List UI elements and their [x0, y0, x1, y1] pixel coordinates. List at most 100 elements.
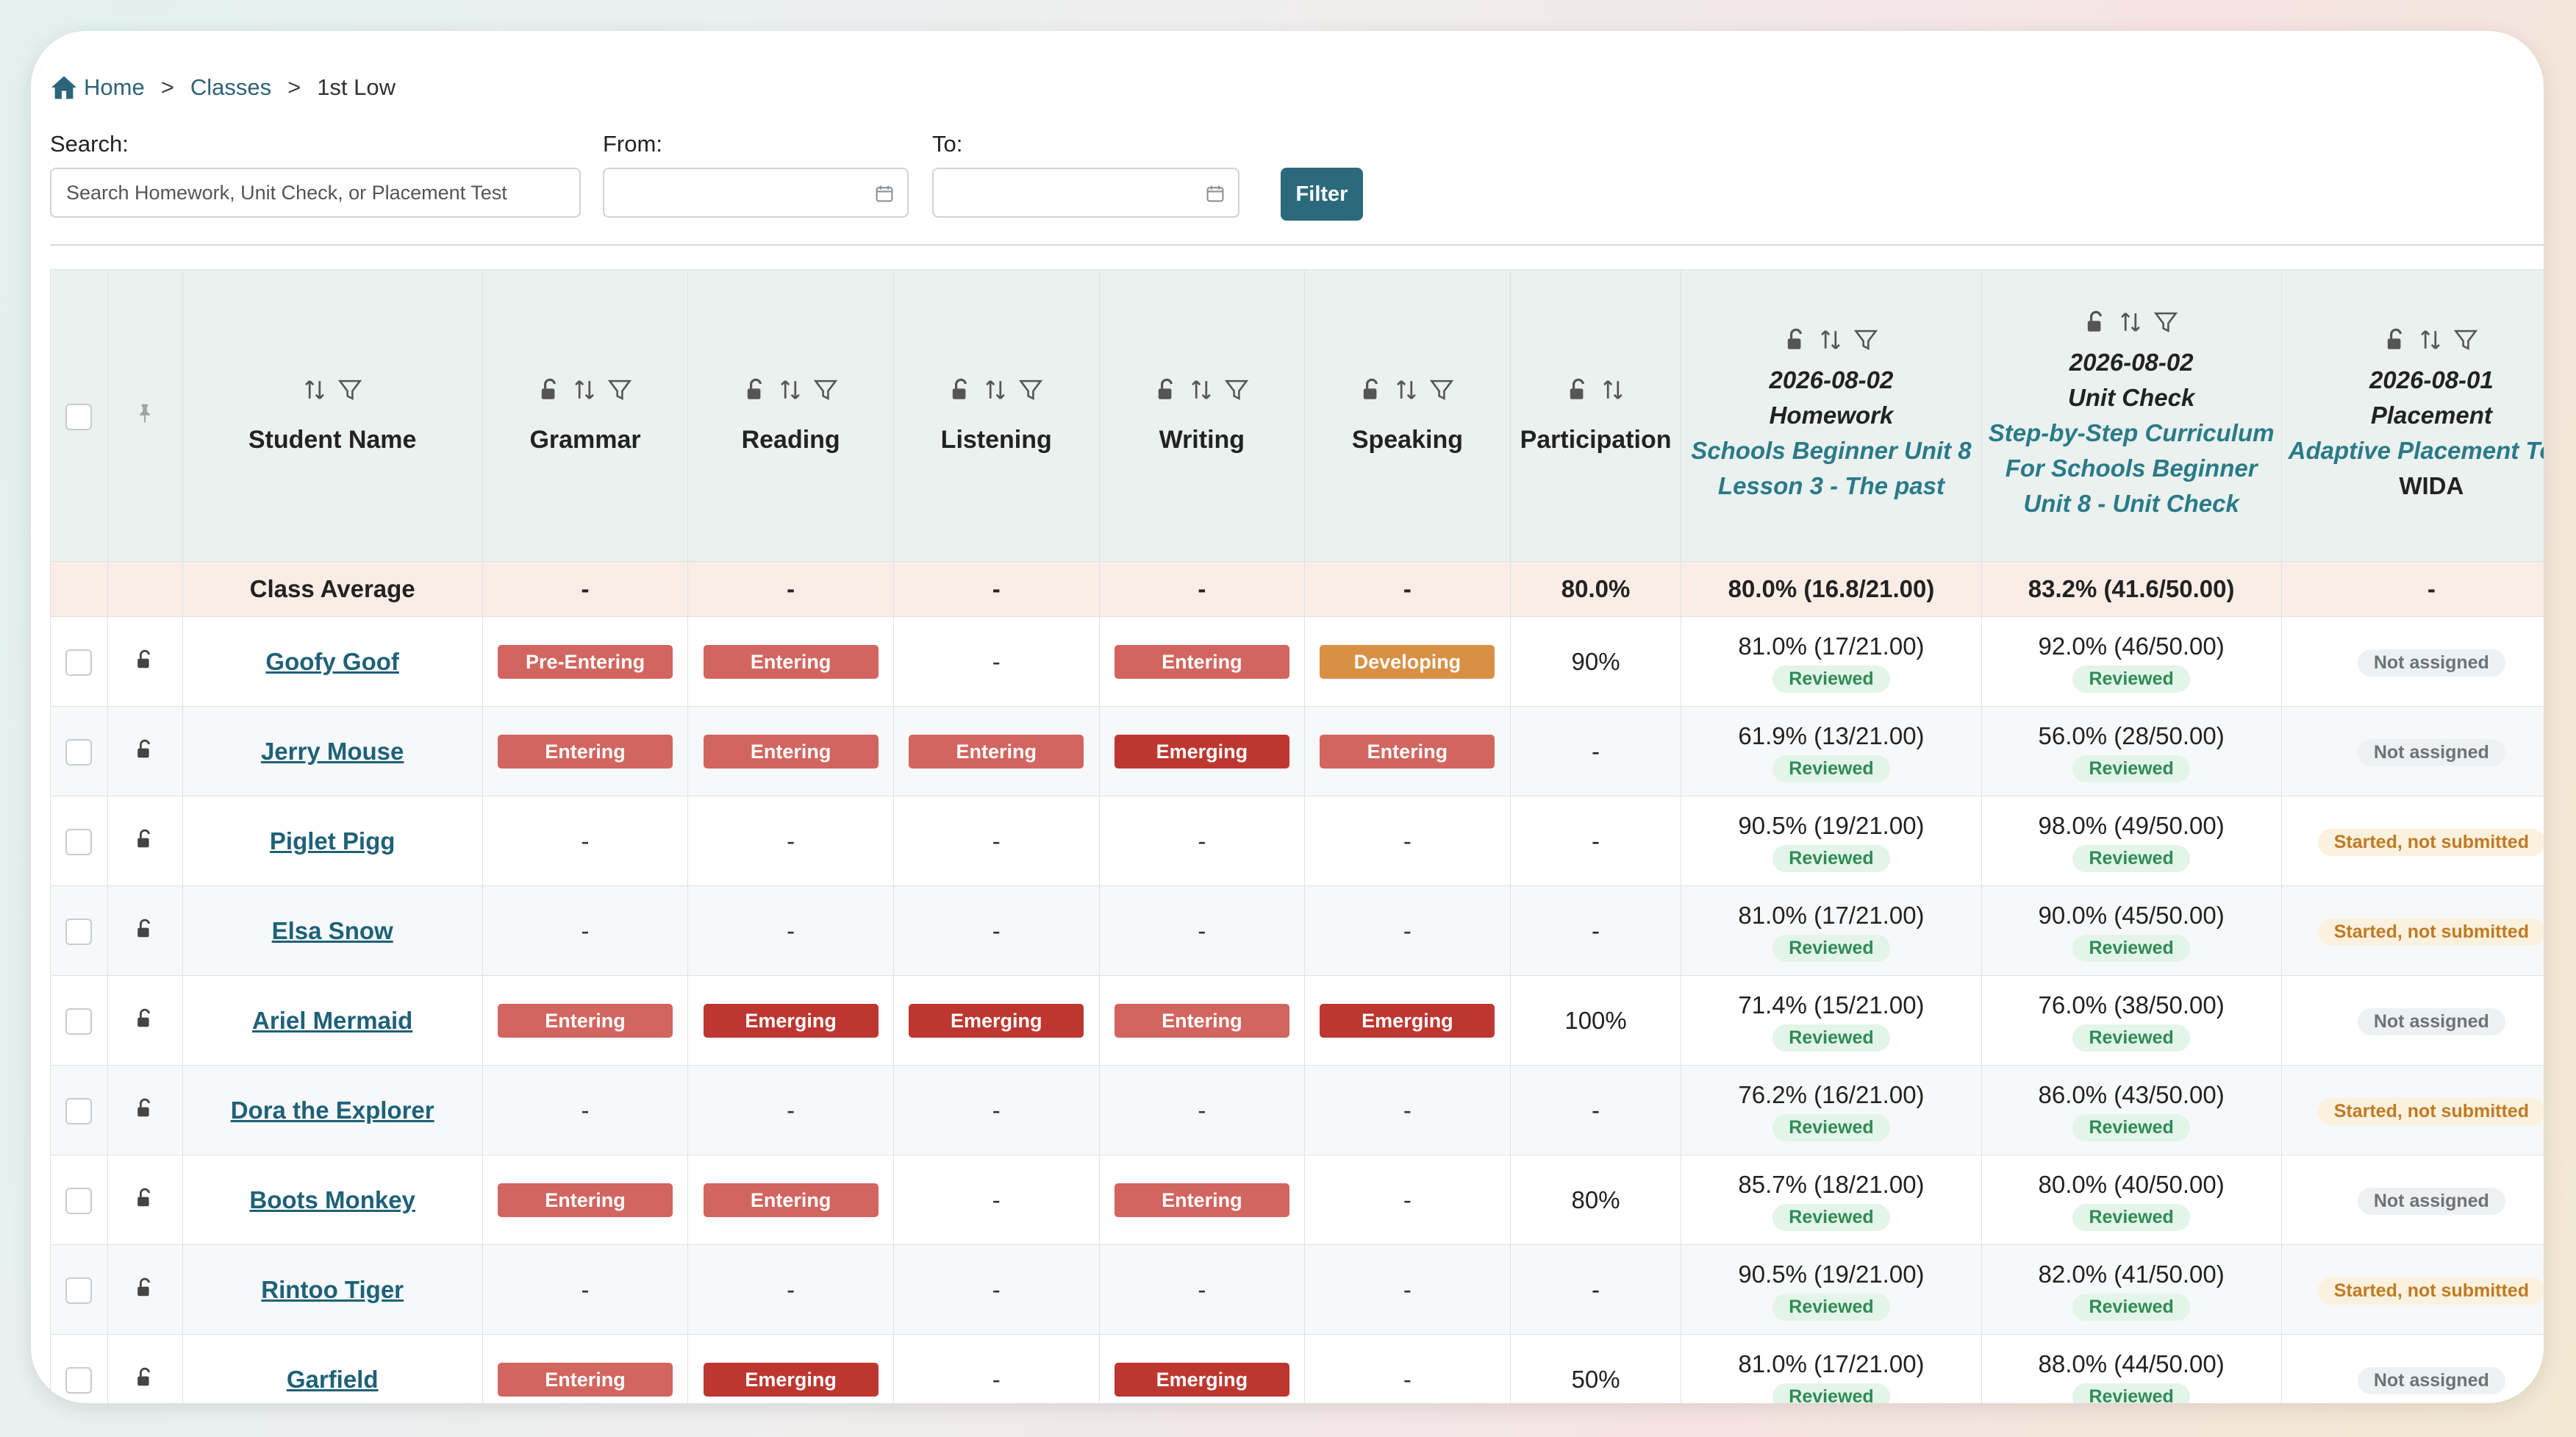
- lock-open-icon[interactable]: [135, 1366, 155, 1393]
- row-checkbox[interactable]: [65, 649, 93, 677]
- writing-level-badge[interactable]: Entering: [1114, 1183, 1289, 1217]
- row-checkbox[interactable]: [65, 1367, 93, 1394]
- homework-score[interactable]: 81.0% (17/21.00): [1681, 899, 1981, 932]
- select-all-checkbox[interactable]: [65, 403, 93, 430]
- filter-icon[interactable]: [607, 377, 632, 402]
- breadcrumb-classes-link[interactable]: Classes: [190, 74, 271, 101]
- homework-score[interactable]: 81.0% (17/21.00): [1681, 630, 1981, 663]
- sort-icon[interactable]: [778, 377, 803, 402]
- lock-open-icon[interactable]: [1155, 378, 1178, 402]
- lock-open-icon[interactable]: [2084, 310, 2108, 334]
- unit-check-score[interactable]: 82.0% (41/50.00): [1982, 1258, 2281, 1291]
- reading-level-badge[interactable]: Emerging: [703, 1362, 879, 1397]
- participation-value[interactable]: -: [1592, 1276, 1600, 1303]
- unit-check-score[interactable]: 88.0% (44/50.00): [1982, 1348, 2281, 1380]
- reading-level-badge[interactable]: Emerging: [703, 1003, 879, 1038]
- unit-check-score[interactable]: 56.0% (28/50.00): [1982, 720, 2281, 752]
- homework-score[interactable]: 81.0% (17/21.00): [1681, 1348, 1981, 1380]
- lock-open-icon[interactable]: [135, 1007, 155, 1034]
- participation-value[interactable]: -: [1592, 738, 1600, 765]
- filter-icon[interactable]: [337, 377, 362, 402]
- sort-icon[interactable]: [983, 377, 1008, 402]
- reading-level-badge[interactable]: Entering: [703, 644, 879, 679]
- unit-check-score[interactable]: 80.0% (40/50.00): [1982, 1169, 2281, 1201]
- unit-check-score[interactable]: 92.0% (46/50.00): [1982, 630, 2281, 663]
- participation-value[interactable]: 50%: [1572, 1366, 1620, 1393]
- grammar-level-badge[interactable]: Pre-Entering: [498, 644, 673, 679]
- sort-icon[interactable]: [1189, 377, 1214, 402]
- to-date-input[interactable]: [932, 168, 1239, 218]
- unit-check-name[interactable]: Step-by-Step Curriculum For Schools Begi…: [1982, 416, 2281, 521]
- row-checkbox[interactable]: [65, 739, 93, 766]
- participation-value[interactable]: -: [1592, 827, 1600, 855]
- sort-icon[interactable]: [2118, 310, 2143, 335]
- student-name-link[interactable]: Garfield: [287, 1366, 379, 1393]
- listening-level-badge[interactable]: Emerging: [909, 1003, 1084, 1038]
- lock-open-icon[interactable]: [135, 1276, 155, 1303]
- homework-score[interactable]: 90.5% (19/21.00): [1681, 1258, 1981, 1291]
- reading-level-badge[interactable]: Entering: [703, 734, 879, 769]
- unit-check-score[interactable]: 86.0% (43/50.00): [1982, 1079, 2281, 1111]
- homework-score[interactable]: 90.5% (19/21.00): [1681, 810, 1981, 842]
- homework-name[interactable]: Schools Beginner Unit 8 Lesson 3 - The p…: [1681, 433, 1981, 504]
- student-name-link[interactable]: Ariel Mermaid: [252, 1007, 412, 1034]
- participation-value[interactable]: 100%: [1564, 1007, 1626, 1034]
- grammar-level-badge[interactable]: Entering: [498, 734, 673, 769]
- participation-value[interactable]: 80%: [1572, 1186, 1620, 1213]
- writing-level-badge[interactable]: Entering: [1114, 644, 1289, 679]
- filter-icon[interactable]: [1224, 377, 1249, 402]
- filter-icon[interactable]: [2453, 327, 2478, 352]
- filter-icon[interactable]: [1853, 327, 1878, 352]
- filter-button[interactable]: Filter: [1281, 168, 1363, 221]
- grammar-level-badge[interactable]: Entering: [498, 1003, 673, 1038]
- row-checkbox[interactable]: [65, 919, 93, 946]
- homework-score[interactable]: 85.7% (18/21.00): [1681, 1169, 1981, 1201]
- speaking-level-badge[interactable]: Developing: [1320, 644, 1495, 679]
- student-name-link[interactable]: Rintoo Tiger: [261, 1276, 404, 1303]
- student-name-link[interactable]: Boots Monkey: [249, 1186, 415, 1213]
- filter-icon[interactable]: [1429, 377, 1454, 402]
- lock-open-icon[interactable]: [1360, 378, 1384, 402]
- sort-icon[interactable]: [1600, 377, 1625, 402]
- filter-icon[interactable]: [813, 377, 838, 402]
- sort-icon[interactable]: [302, 377, 327, 402]
- pin-icon[interactable]: [137, 403, 153, 424]
- row-checkbox[interactable]: [65, 829, 93, 856]
- grammar-level-badge[interactable]: Entering: [498, 1362, 673, 1397]
- lock-open-icon[interactable]: [135, 648, 155, 675]
- row-checkbox[interactable]: [65, 1277, 93, 1305]
- lock-open-icon[interactable]: [1567, 378, 1590, 402]
- filter-icon[interactable]: [1018, 377, 1043, 402]
- writing-level-badge[interactable]: Emerging: [1114, 734, 1289, 769]
- lock-open-icon[interactable]: [135, 1186, 155, 1213]
- student-name-link[interactable]: Piglet Pigg: [270, 827, 396, 855]
- row-checkbox[interactable]: [65, 1188, 93, 1215]
- breadcrumb-home-link[interactable]: Home: [84, 74, 145, 101]
- writing-level-badge[interactable]: Emerging: [1114, 1362, 1289, 1397]
- unit-check-score[interactable]: 76.0% (38/50.00): [1982, 989, 2281, 1021]
- reading-level-badge[interactable]: Entering: [703, 1183, 879, 1217]
- homework-score[interactable]: 61.9% (13/21.00): [1681, 720, 1981, 752]
- unit-check-score[interactable]: 90.0% (45/50.00): [1982, 899, 2281, 932]
- lock-open-icon[interactable]: [538, 378, 562, 402]
- sort-icon[interactable]: [2418, 327, 2443, 352]
- grammar-level-badge[interactable]: Entering: [498, 1183, 673, 1217]
- lock-open-icon[interactable]: [949, 378, 973, 402]
- participation-value[interactable]: -: [1592, 1097, 1600, 1124]
- placement-name[interactable]: Adaptive Placement Test: [2282, 433, 2544, 468]
- homework-score[interactable]: 71.4% (15/21.00): [1681, 989, 1981, 1021]
- participation-value[interactable]: -: [1592, 917, 1600, 944]
- from-date-input[interactable]: [603, 168, 909, 218]
- unit-check-score[interactable]: 98.0% (49/50.00): [1982, 810, 2281, 842]
- lock-open-icon[interactable]: [2384, 328, 2408, 352]
- filter-icon[interactable]: [2153, 310, 2178, 335]
- speaking-level-badge[interactable]: Emerging: [1320, 1003, 1495, 1038]
- writing-level-badge[interactable]: Entering: [1114, 1003, 1289, 1038]
- student-name-link[interactable]: Elsa Snow: [272, 917, 393, 944]
- sort-icon[interactable]: [1818, 327, 1843, 352]
- homework-score[interactable]: 76.2% (16/21.00): [1681, 1079, 1981, 1111]
- lock-open-icon[interactable]: [135, 738, 155, 765]
- home-icon[interactable]: [50, 75, 78, 100]
- sort-icon[interactable]: [572, 377, 597, 402]
- lock-open-icon[interactable]: [135, 917, 155, 944]
